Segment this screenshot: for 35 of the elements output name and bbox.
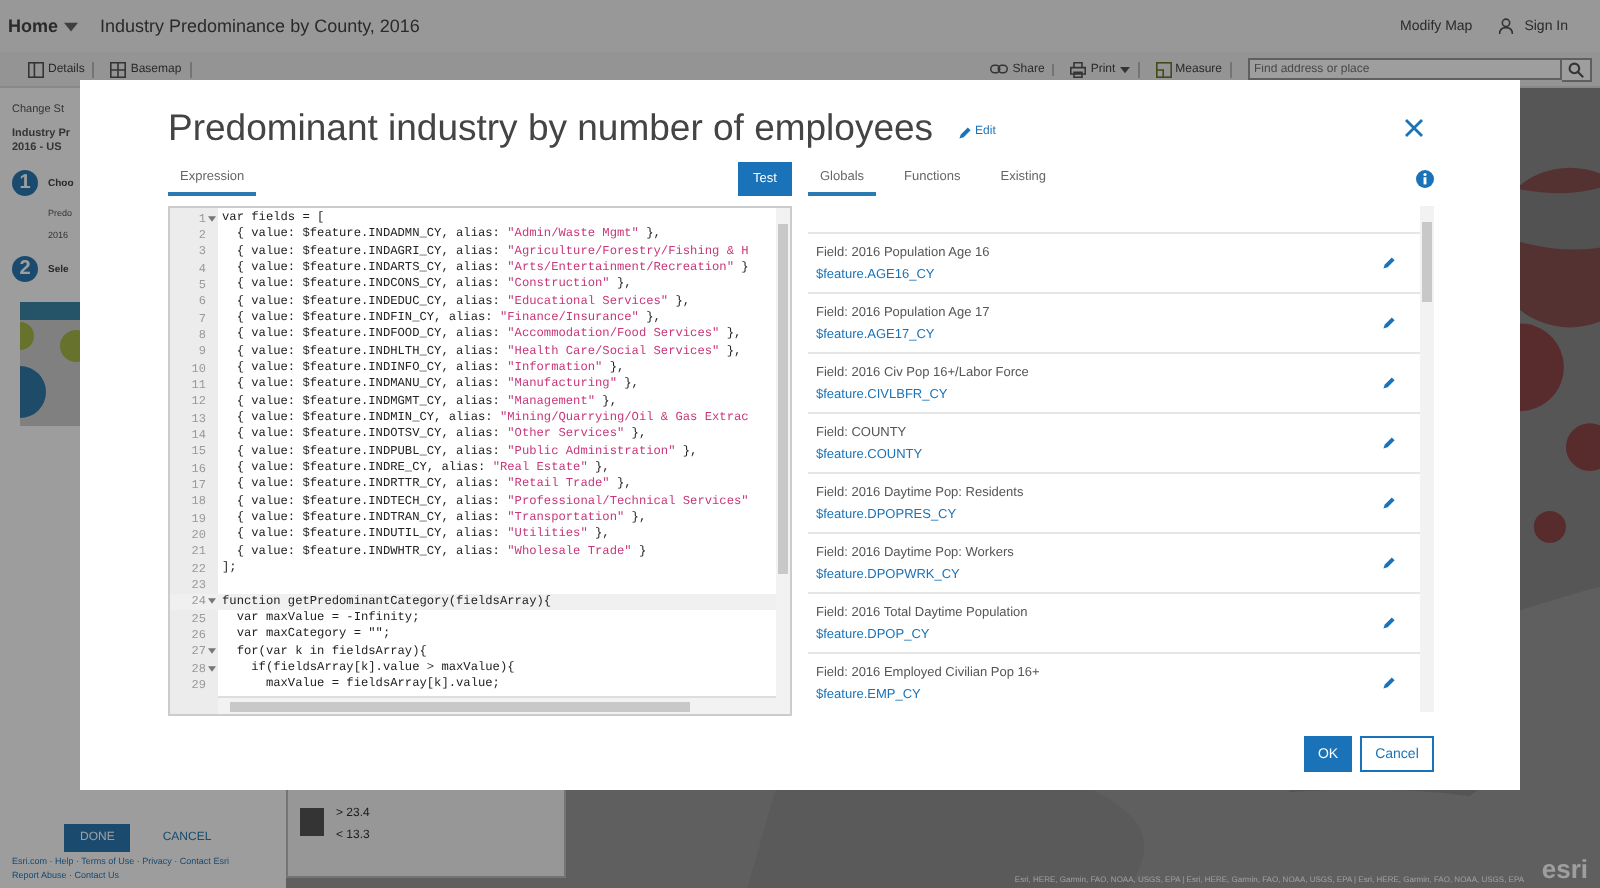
scrollbar[interactable] (1420, 206, 1434, 712)
user-icon (1498, 18, 1515, 34)
ruler-icon (1155, 61, 1172, 77)
pencil-icon[interactable] (1382, 256, 1396, 270)
pencil-icon[interactable] (1382, 676, 1396, 690)
pencil-icon[interactable] (1382, 496, 1396, 510)
search-icon[interactable] (1562, 57, 1592, 81)
pencil-icon[interactable] (1382, 376, 1396, 390)
home-menu[interactable]: Home (8, 16, 79, 36)
fold-icon[interactable] (208, 215, 216, 222)
panel-icon (28, 61, 44, 77)
fold-icon[interactable] (208, 598, 216, 605)
dialog-title: Predominant industry by number of employees (168, 106, 934, 150)
logo: esri (1541, 854, 1588, 884)
scrollbar[interactable] (218, 696, 776, 714)
grid-icon (110, 61, 127, 77)
link-icon (990, 64, 1009, 74)
code-editor[interactable] (168, 206, 792, 716)
pencil-icon[interactable] (1382, 316, 1396, 330)
scrollbar[interactable] (776, 208, 790, 714)
pencil-icon (957, 125, 972, 139)
info-icon[interactable] (1416, 170, 1434, 188)
caret-icon (1119, 65, 1130, 73)
pencil-icon[interactable] (1382, 436, 1396, 450)
map-title: Industry Predominance by County, 2016 (100, 16, 420, 36)
fold-icon[interactable] (208, 648, 216, 655)
pencil-icon[interactable] (1382, 556, 1396, 570)
step-number: 1 (12, 170, 38, 196)
pencil-icon[interactable] (1382, 616, 1396, 630)
close-icon[interactable] (1404, 118, 1424, 138)
legend-swatch (300, 808, 324, 836)
step-number: 2 (12, 256, 38, 282)
printer-icon (1070, 61, 1087, 77)
caret-icon (64, 21, 79, 31)
fold-icon[interactable] (208, 665, 216, 672)
